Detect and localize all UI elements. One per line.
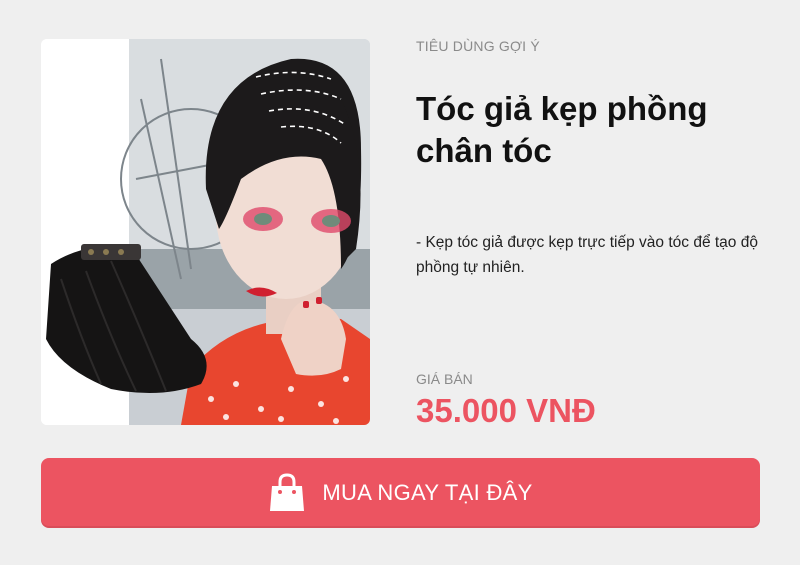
category-label: TIÊU DÙNG GỢI Ý — [416, 38, 540, 54]
product-image — [41, 39, 370, 425]
buy-now-button[interactable]: MUA NGAY TẠI ĐÂY — [41, 458, 760, 528]
product-description: - Kẹp tóc giả được kẹp trực tiếp vào tóc… — [416, 234, 758, 276]
buy-now-label: MUA NGAY TẠI ĐÂY — [322, 480, 533, 505]
price-label: GIÁ BÁN — [416, 371, 473, 387]
price-value: 35.000 VNĐ — [416, 392, 596, 429]
shopping-bag-icon — [268, 472, 306, 514]
product-title: Tóc giả kẹp phồng chân tóc — [416, 90, 708, 169]
